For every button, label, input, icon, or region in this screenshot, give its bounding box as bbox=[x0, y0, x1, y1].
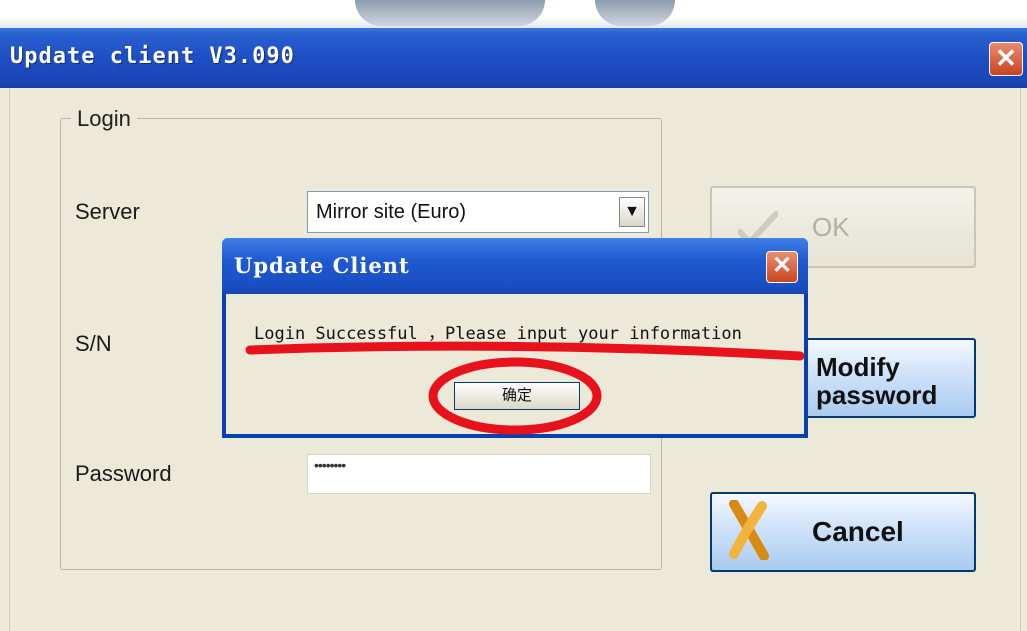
server-label: Server bbox=[75, 199, 140, 224]
update-client-dialog: Update Client ✕ Login Successful ，Please… bbox=[222, 238, 808, 438]
cancel-button[interactable]: Cancel bbox=[710, 492, 976, 572]
login-group-label: Login bbox=[71, 106, 137, 132]
window-title: Update client V3.090 bbox=[10, 44, 295, 69]
window-titlebar[interactable]: Update client V3.090 ✕ bbox=[0, 28, 1027, 88]
dialog-close-button[interactable]: ✕ bbox=[766, 251, 798, 283]
desktop-wallpaper-fragment bbox=[355, 0, 545, 26]
dialog-title: Update Client bbox=[234, 253, 410, 278]
dialog-message: Login Successful ，Please input your info… bbox=[254, 324, 742, 344]
ok-button-label: OK bbox=[812, 212, 850, 242]
window-close-button[interactable]: ✕ bbox=[989, 42, 1023, 76]
password-label: Password bbox=[75, 461, 172, 486]
cancel-x-icon bbox=[729, 500, 769, 560]
password-mask: •••••••• bbox=[314, 457, 346, 473]
dialog-titlebar[interactable]: Update Client ✕ bbox=[222, 238, 808, 294]
server-dropdown[interactable]: Mirror site (Euro) ▼ bbox=[307, 191, 649, 233]
chevron-down-icon[interactable]: ▼ bbox=[619, 197, 645, 227]
modify-password-label-line1: Modify bbox=[816, 352, 900, 382]
modify-password-label-line2: password bbox=[816, 380, 938, 410]
desktop-wallpaper-fragment bbox=[595, 0, 675, 26]
dialog-body: Login Successful ，Please input your info… bbox=[226, 294, 804, 434]
server-selected-value: Mirror site (Euro) bbox=[316, 201, 467, 223]
sn-label: S/N bbox=[75, 331, 112, 356]
password-input[interactable]: •••••••• bbox=[307, 454, 651, 494]
dialog-confirm-button[interactable]: 确定 bbox=[454, 382, 580, 410]
cancel-button-label: Cancel bbox=[812, 516, 904, 547]
